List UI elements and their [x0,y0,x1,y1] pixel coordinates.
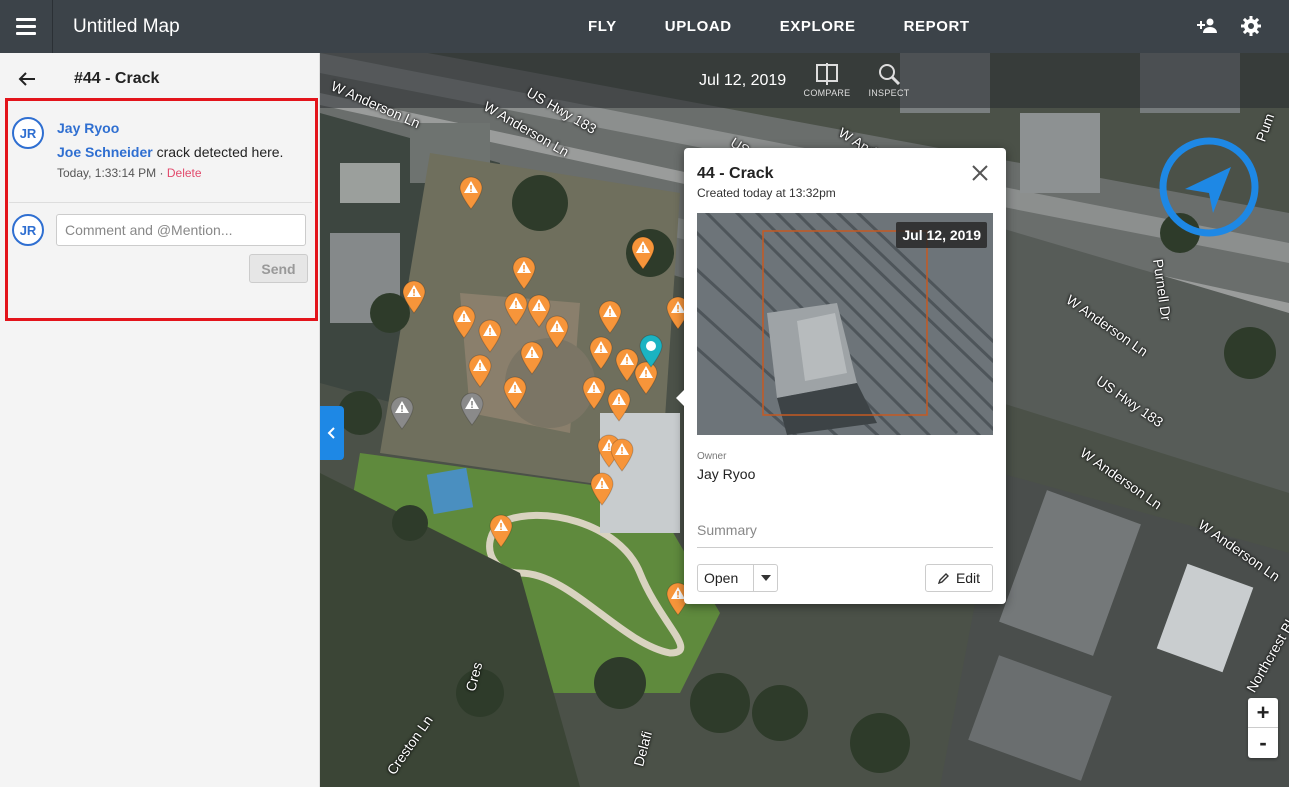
summary-field[interactable] [697,512,993,548]
inspect-icon [879,64,901,85]
issue-pin[interactable] [589,336,613,370]
issue-pin[interactable] [590,472,614,506]
compare-button[interactable]: COMPARE [799,63,855,98]
nav-report[interactable]: REPORT [904,18,970,35]
gear-icon[interactable] [1239,14,1263,38]
issue-pin[interactable] [545,315,569,349]
comment-text: Joe Schneider crack detected here. [57,144,283,160]
issue-pin[interactable] [607,388,631,422]
popup-created-date: Created today at 13:32pm [697,186,836,200]
issue-pin[interactable] [489,514,513,548]
popup-pointer [676,390,684,406]
issue-title: #44 - Crack [74,70,160,87]
issue-pin[interactable] [520,341,544,375]
edit-label: Edit [955,570,981,586]
photo-date-badge: Jul 12, 2019 [896,222,987,248]
issue-pin[interactable] [582,376,606,410]
inspect-label: INSPECT [868,88,910,98]
compare-icon [816,63,838,85]
edit-button[interactable]: Edit [925,564,993,592]
nav-explore[interactable]: EXPLORE [780,18,856,35]
status-select[interactable]: Open [697,564,778,592]
compass-icon[interactable] [1159,137,1259,237]
top-bar: Untitled Map FLY UPLOAD EXPLORE REPORT [0,0,1289,53]
map-title[interactable]: Untitled Map [73,16,180,38]
comment-author[interactable]: Jay Ryoo [57,120,119,136]
back-button[interactable] [0,71,54,87]
issue-pin[interactable] [390,396,414,430]
issue-pin[interactable] [610,438,634,472]
comment-timestamp: Today, 1:33:14 PM [57,166,157,180]
issue-pin[interactable] [512,256,536,290]
chevron-left-icon [327,427,335,439]
compare-label: COMPARE [803,88,851,98]
map-date[interactable]: Jul 12, 2019 [699,72,786,90]
issue-pin[interactable] [460,392,484,426]
selected-location-pin[interactable] [639,334,663,368]
nav-upload[interactable]: UPLOAD [665,18,732,35]
caret-down-icon [753,565,777,591]
main-nav: FLY UPLOAD EXPLORE REPORT [588,0,1018,53]
status-value: Open [704,570,739,586]
comment-input[interactable] [56,214,306,246]
divider [9,202,312,203]
menu-button[interactable] [0,0,53,53]
zoom-control: + - [1248,698,1278,758]
comment-message: crack detected here. [152,144,284,160]
arrow-left-icon [18,72,35,86]
nav-fly[interactable]: FLY [588,18,617,35]
mention-link[interactable]: Joe Schneider [57,144,153,160]
issue-pin[interactable] [452,305,476,339]
pencil-icon [937,573,949,584]
owner-value[interactable]: Jay Ryoo [697,466,755,482]
issue-pin[interactable] [459,176,483,210]
menu-icon [16,16,36,37]
issue-pin[interactable] [598,300,622,334]
meta-separator: · [159,166,164,180]
issue-pin[interactable] [478,319,502,353]
highlight-box [5,98,318,321]
issue-pin[interactable] [402,280,426,314]
delete-comment-link[interactable]: Delete [167,166,202,180]
current-user-avatar: JR [12,214,44,246]
issue-pin[interactable] [504,292,528,326]
comment-meta: Today, 1:33:14 PM · Delete [57,166,202,180]
map-view[interactable]: Jul 12, 2019 COMPARE INSPECT W Anderson … [320,53,1289,787]
map-header-bar: Jul 12, 2019 COMPARE INSPECT [320,53,1289,108]
comments-panel: #44 - Crack JR Jay Ryoo Joe Schneider cr… [0,53,320,787]
owner-label: Owner [697,451,727,462]
inspect-button[interactable]: INSPECT [861,63,917,98]
collapse-panel-button[interactable] [320,406,344,460]
zoom-out-button[interactable]: - [1248,728,1278,758]
add-user-icon[interactable] [1195,14,1219,38]
close-icon[interactable] [970,163,990,183]
issue-photo[interactable]: Jul 12, 2019 [697,213,993,435]
avatar: JR [12,117,44,149]
issue-pin[interactable] [503,376,527,410]
issue-pin[interactable] [631,236,655,270]
issue-pin[interactable] [468,354,492,388]
popup-title: 44 - Crack [697,165,774,182]
send-button[interactable]: Send [249,254,308,283]
issue-popup: 44 - Crack Created today at 13:32pm Jul … [676,148,1006,604]
zoom-in-button[interactable]: + [1248,698,1278,728]
